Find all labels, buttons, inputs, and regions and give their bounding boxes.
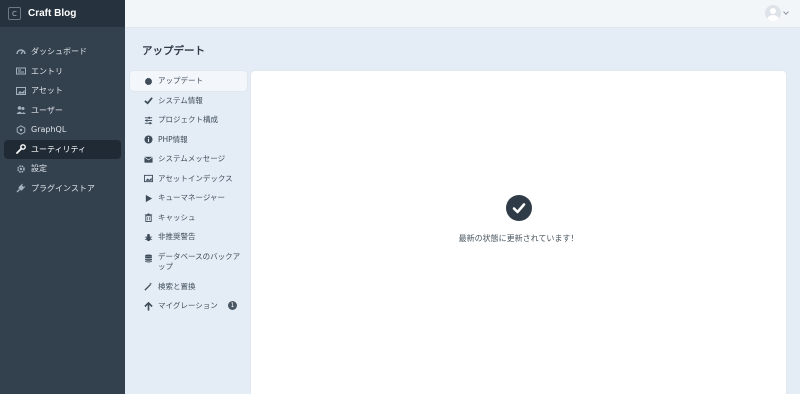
nav-label: アセット	[31, 86, 63, 96]
nav-item-plugin-store[interactable]: プラグインストア	[4, 179, 121, 199]
subnav-label: 非推奨警告	[158, 232, 196, 241]
nav-item-graphql[interactable]: GraphQL	[4, 120, 121, 140]
nav-label: ユーティリティ	[31, 144, 87, 154]
subnav-item-system-messages[interactable]: システムメッセージ	[130, 149, 247, 169]
site-name: Craft Blog	[28, 8, 77, 19]
nav-item-entries[interactable]: エントリ	[4, 62, 121, 82]
subnav-label: マイグレーション	[158, 301, 218, 310]
wand-icon	[143, 282, 153, 292]
page-title: アップデート	[142, 45, 205, 57]
nav-item-assets[interactable]: アセット	[4, 81, 121, 101]
subnav-item-php-info[interactable]: PHP情報	[130, 130, 247, 150]
subnav-label: 検索と置換	[158, 281, 196, 291]
brand[interactable]: C Craft Blog	[0, 0, 125, 27]
update-status: 最新の状態に更新されています！	[251, 195, 786, 244]
nav-item-settings[interactable]: 設定	[4, 159, 121, 179]
site-logo: C	[8, 7, 21, 20]
envelope-icon	[143, 154, 153, 164]
subnav-item-asset-indexes[interactable]: アセットインデックス	[130, 169, 247, 189]
nav-label: ユーザー	[31, 105, 63, 115]
global-sidebar: C Craft Blog ダッシュボード エントリ アセット ユーザー Grap…	[0, 0, 125, 394]
check-icon	[143, 96, 153, 106]
utilities-nav: アップデート システム情報 プロジェクト構成 PHP情報 システムメッセージ ア…	[130, 71, 247, 316]
subnav-label: キャッシュ	[158, 212, 196, 222]
subnav-label: アップデート	[158, 76, 203, 85]
subnav-label: システムメッセージ	[158, 154, 226, 163]
top-bar	[125, 0, 800, 28]
info-icon	[143, 135, 153, 145]
subnav-label: PHP情報	[158, 134, 188, 144]
graphql-icon	[16, 124, 26, 135]
bug-icon	[143, 232, 153, 242]
subnav-item-database-backup[interactable]: データベースのバックアップ	[130, 247, 247, 277]
subnav-label: データベースのバックアップ	[158, 251, 241, 271]
check-circle-icon	[505, 195, 532, 221]
content-panel: 最新の状態に更新されています！	[251, 71, 786, 394]
chevron-down-icon	[783, 8, 789, 15]
subnav-label: システム情報	[158, 95, 203, 105]
nav-label: エントリ	[31, 66, 63, 76]
trash-icon	[143, 213, 153, 223]
gear-icon	[16, 164, 26, 174]
users-icon	[16, 105, 26, 115]
nav-item-utilities[interactable]: ユーティリティ	[4, 139, 121, 159]
craft-icon	[143, 76, 153, 86]
subnav-item-system-info[interactable]: システム情報	[130, 91, 247, 111]
nav-label: 設定	[31, 164, 47, 174]
plug-icon	[16, 183, 26, 193]
nav-label: プラグインストア	[31, 183, 95, 193]
subnav-item-caches[interactable]: キャッシュ	[130, 208, 247, 228]
nav-label: GraphQL	[31, 125, 67, 135]
nav-item-users[interactable]: ユーザー	[4, 101, 121, 121]
user-menu[interactable]	[765, 5, 789, 21]
sliders-icon	[143, 115, 153, 125]
database-icon	[143, 254, 153, 264]
wrench-icon	[16, 144, 26, 155]
nav-item-dashboard[interactable]: ダッシュボード	[4, 42, 121, 62]
subnav-item-migrations[interactable]: マイグレーション 1	[130, 296, 247, 316]
global-nav: ダッシュボード エントリ アセット ユーザー GraphQL ユーティリティ 設…	[0, 27, 125, 198]
status-message: 最新の状態に更新されています！	[458, 234, 579, 243]
subnav-item-deprecation-warnings[interactable]: 非推奨警告	[130, 227, 247, 247]
arrow-up-icon	[143, 301, 153, 311]
migrations-count-badge: 1	[228, 301, 237, 310]
gauge-icon	[16, 47, 26, 57]
play-icon	[143, 193, 153, 203]
newspaper-icon	[16, 66, 26, 76]
subnav-item-updates[interactable]: アップデート	[130, 71, 247, 91]
image-icon	[143, 174, 153, 184]
subnav-label: キューマネージャー	[158, 193, 225, 202]
avatar	[765, 5, 781, 21]
subnav-label: アセットインデックス	[158, 173, 233, 183]
nav-label: ダッシュボード	[31, 47, 87, 57]
subnav-label: プロジェクト構成	[158, 115, 218, 124]
image-icon	[16, 86, 26, 96]
subnav-item-project-config[interactable]: プロジェクト構成	[130, 110, 247, 130]
subnav-item-queue-manager[interactable]: キューマネージャー	[130, 188, 247, 208]
subnav-item-find-replace[interactable]: 検索と置換	[130, 277, 247, 297]
